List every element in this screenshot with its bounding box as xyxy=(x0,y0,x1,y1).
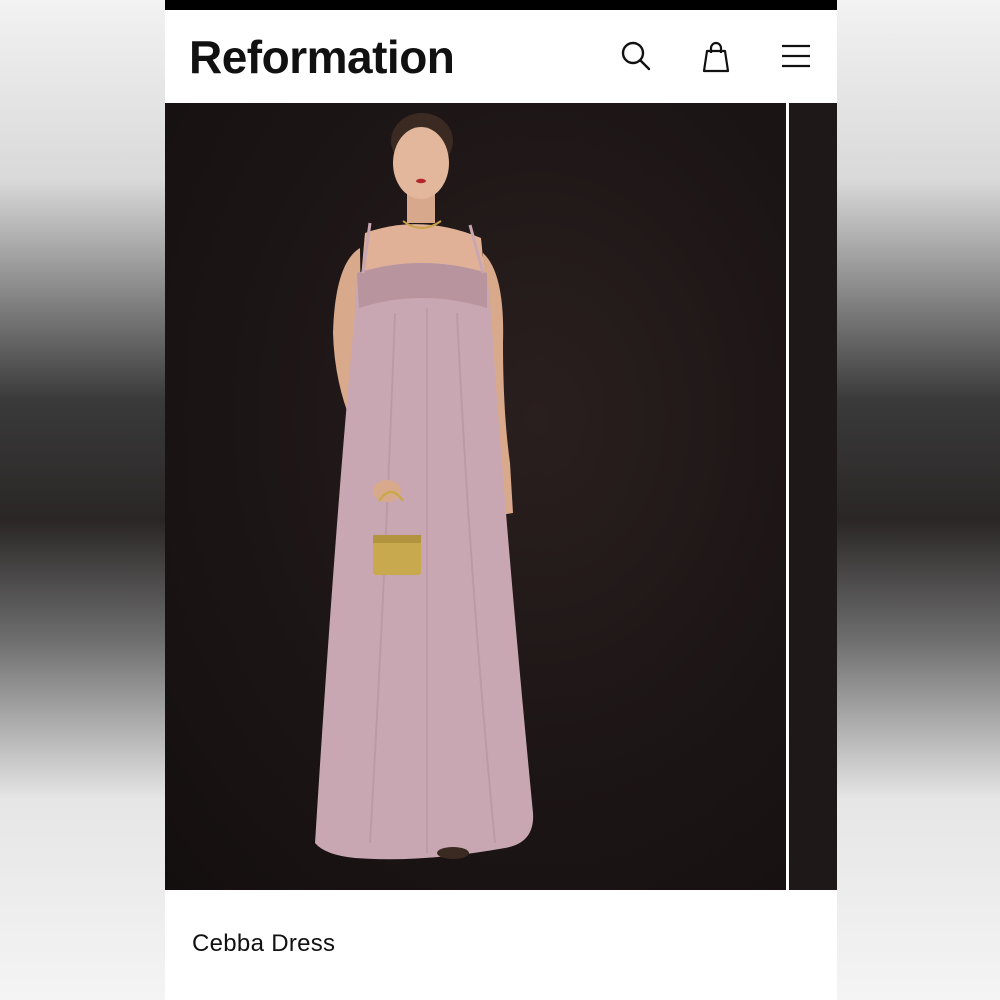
next-product-image-peek[interactable] xyxy=(789,103,837,890)
menu-icon[interactable] xyxy=(778,38,814,74)
top-status-bar xyxy=(165,0,837,10)
product-title[interactable]: Cebba Dress xyxy=(192,930,335,958)
product-image-carousel[interactable] xyxy=(165,103,837,890)
brand-logo[interactable]: Reformation xyxy=(189,30,455,84)
product-image[interactable] xyxy=(165,103,786,890)
model-photo xyxy=(315,113,534,860)
shopping-bag-icon[interactable] xyxy=(698,38,734,74)
mobile-page: Reformation Cebba Dress xyxy=(165,0,837,1000)
site-header: Reformation xyxy=(165,10,837,103)
search-icon[interactable] xyxy=(618,38,654,74)
